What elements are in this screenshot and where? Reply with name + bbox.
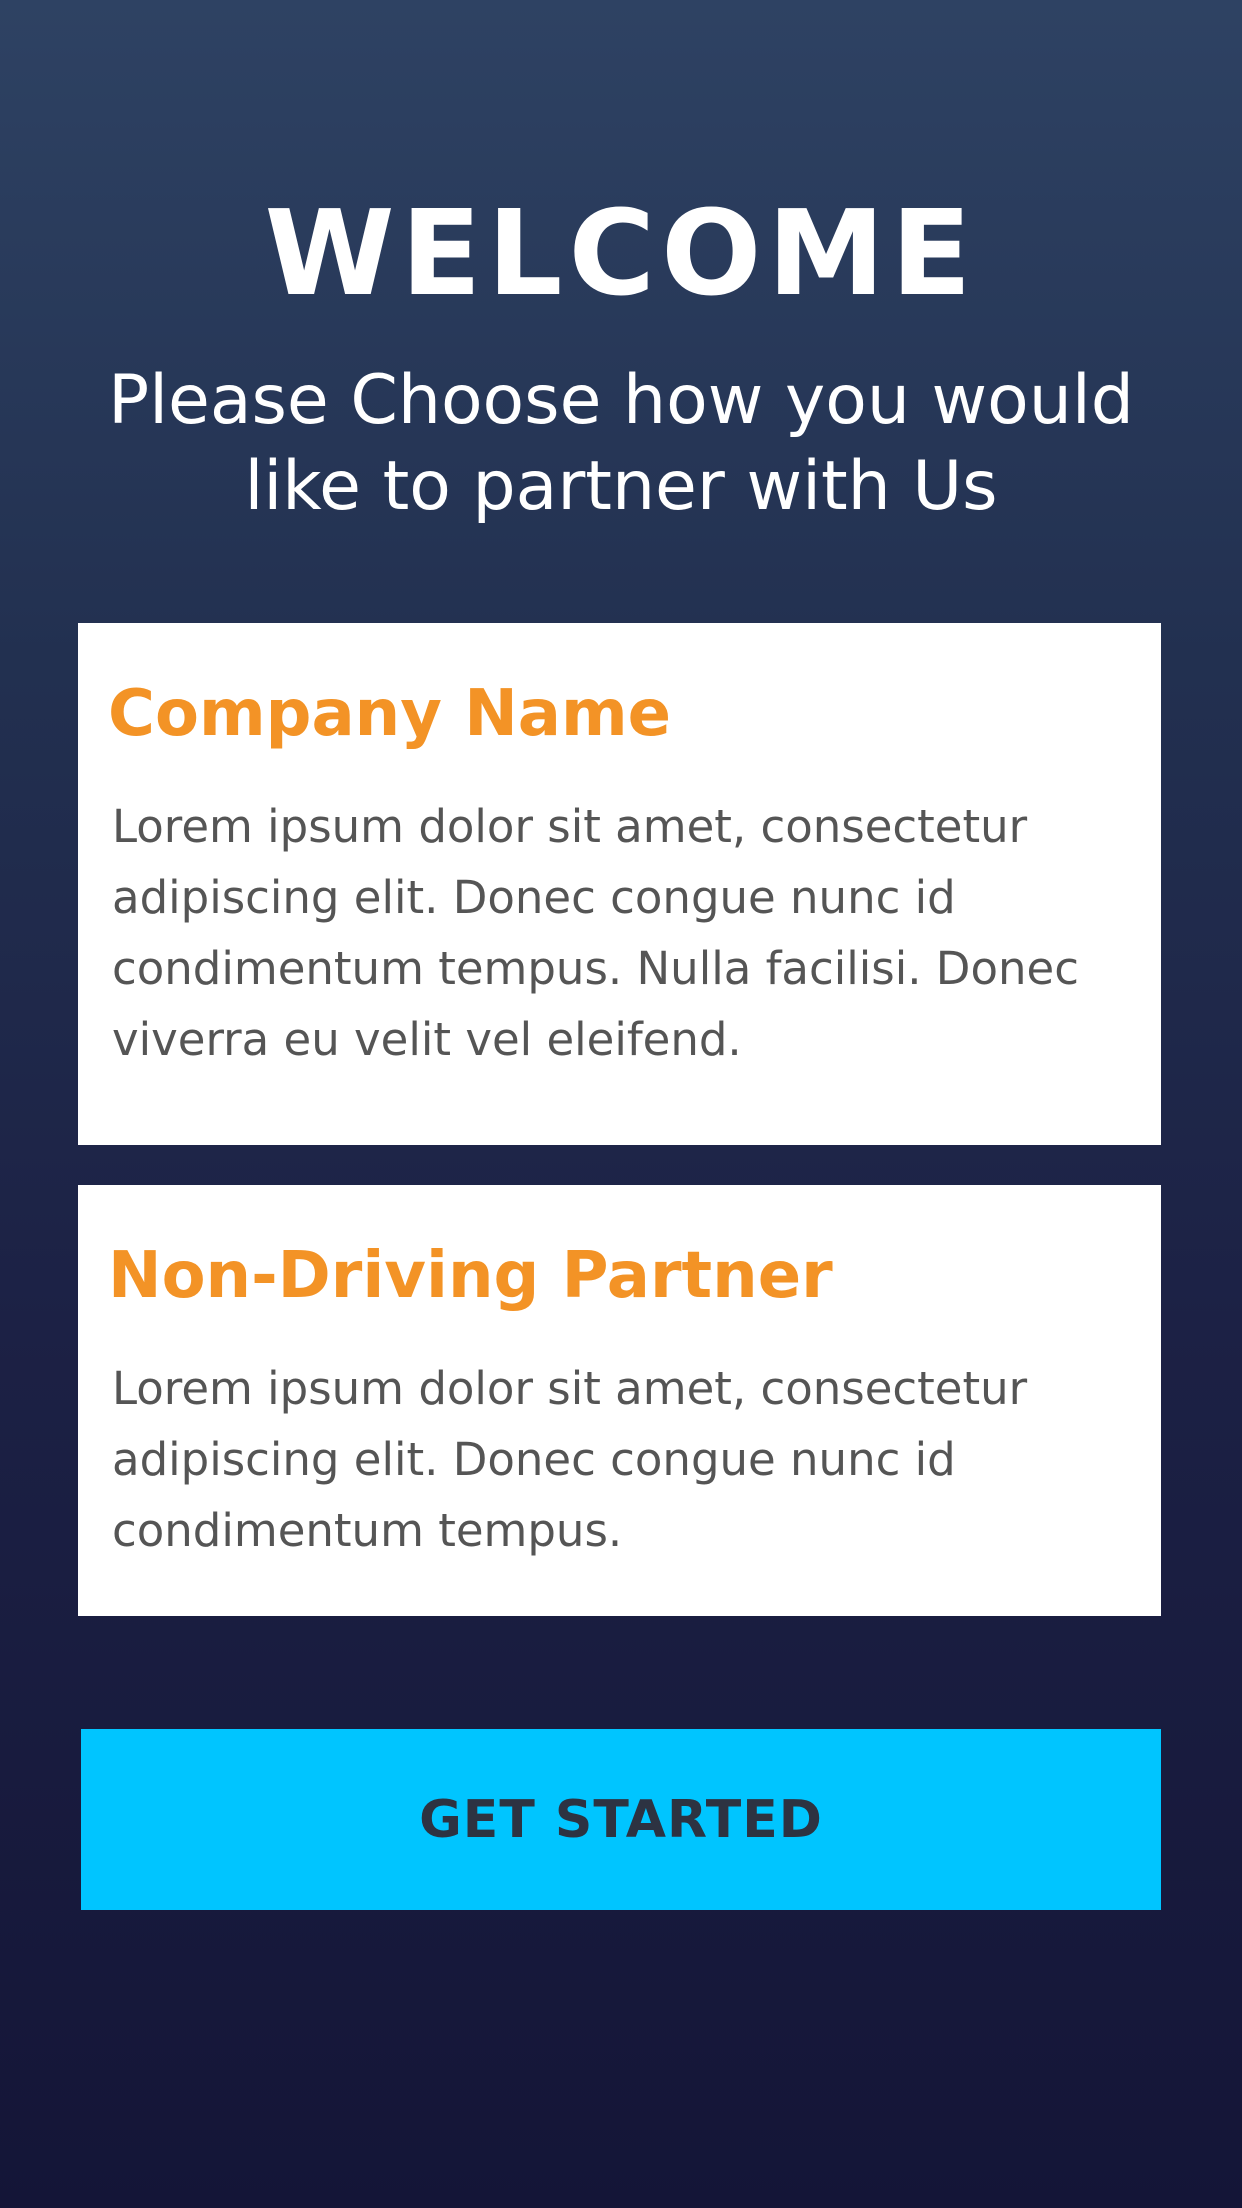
option-card-non-driving-partner[interactable]: Non-Driving Partner Lorem ipsum dolor si… [78, 1185, 1161, 1616]
option-card-title: Company Name [108, 677, 672, 751]
option-card-title: Non-Driving Partner [108, 1239, 833, 1313]
get-started-button[interactable]: GET STARTED [81, 1729, 1161, 1910]
option-card-description: Lorem ipsum dolor sit amet, consectetur … [112, 1362, 1028, 1557]
page-subtitle: Please Choose how you would like to part… [108, 361, 1134, 526]
option-card-description: Lorem ipsum dolor sit amet, consectetur … [112, 800, 1079, 1066]
option-card-company[interactable]: Company Name Lorem ipsum dolor sit amet,… [78, 623, 1161, 1145]
page-title: WELCOME [264, 184, 978, 322]
